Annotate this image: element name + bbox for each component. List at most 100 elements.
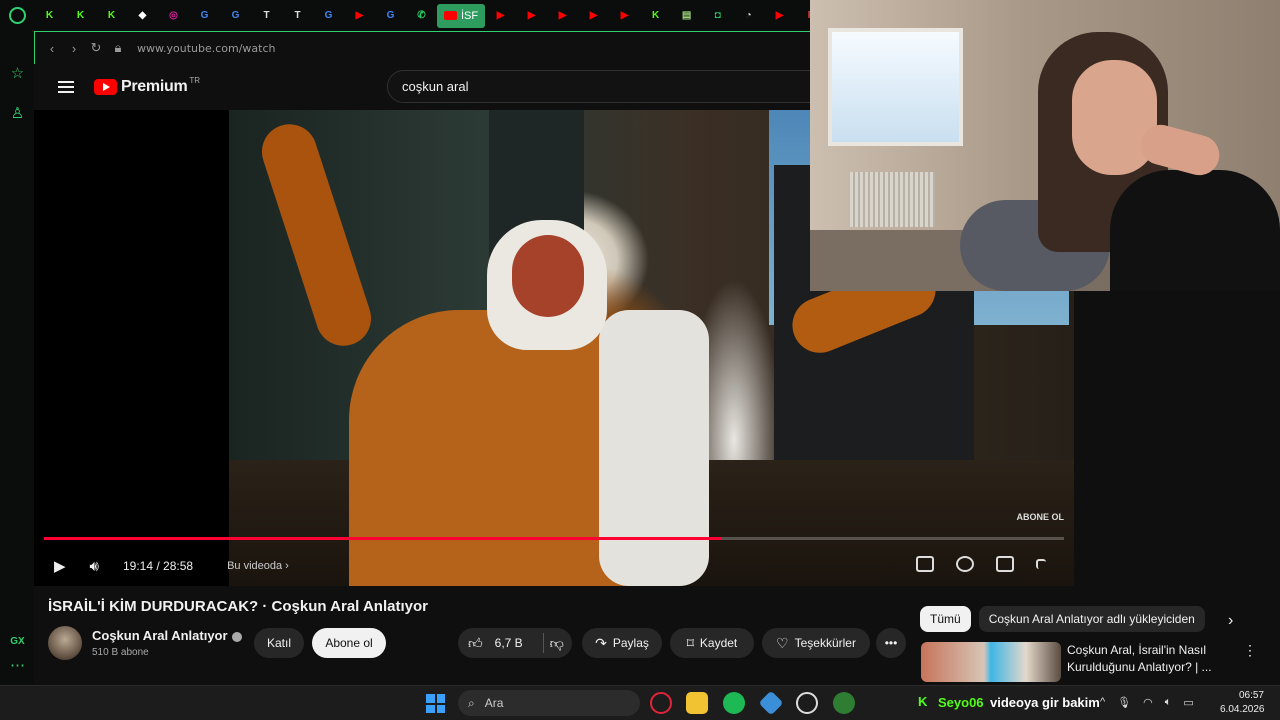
wifi-icon[interactable]: ◠ (1143, 696, 1153, 709)
save-button[interactable]: ⌑ Kaydet (670, 628, 754, 658)
youtube-icon[interactable]: ▶ (609, 0, 640, 31)
address-bar: ‹ › ↻ 🔒︎ www.youtube.com/watch (34, 31, 810, 64)
tv-icon[interactable]: T (251, 0, 282, 31)
app-icon-glyph: ◆ (138, 10, 147, 21)
thumbs-down-icon[interactable]: 👎︎ (550, 635, 564, 652)
back-icon[interactable]: ‹ (41, 41, 63, 56)
settings-icon[interactable] (956, 556, 974, 572)
fullscreen-icon[interactable] (1036, 559, 1046, 569)
aria-icon[interactable]: ♙ (9, 105, 26, 122)
play-icon[interactable]: ▶ (54, 557, 66, 575)
youtube-icon[interactable]: ▶ (578, 0, 609, 31)
share-button[interactable]: ↷ Paylaş (582, 628, 662, 658)
spotify-icon[interactable] (723, 692, 745, 714)
instagram-icon[interactable]: ◎ (158, 0, 189, 31)
menu-icon[interactable] (58, 78, 74, 96)
battery-icon[interactable]: ▭ (1183, 696, 1193, 709)
volume-icon[interactable]: 🔊︎ (90, 558, 99, 575)
google-icon-glyph: G (231, 10, 240, 21)
youtube-icon-glyph: ▶ (496, 10, 505, 21)
opera-sidebar: ☆ ♙ GX ⋯ (0, 31, 34, 685)
active-tab-label: İSF (461, 9, 479, 22)
kick-icon[interactable]: K (640, 0, 671, 31)
youtube-icon[interactable]: ▶ (547, 0, 578, 31)
join-button[interactable]: Katıl (254, 628, 304, 658)
whatsapp-icon-glyph: ✆ (417, 10, 426, 21)
kick-chat-user: Seyo06 (938, 695, 984, 710)
opera-logo-icon[interactable] (0, 0, 34, 31)
tv-icon[interactable]: T (282, 0, 313, 31)
chapter-label[interactable]: Bu videoda › (227, 560, 289, 572)
subtitles-icon[interactable] (916, 556, 934, 572)
youtube-icon[interactable]: ▶ (485, 0, 516, 31)
opera-gx-taskbar-icon[interactable] (650, 692, 672, 714)
instagram-icon-glyph: ◎ (169, 10, 178, 21)
kick-icon[interactable]: K (96, 0, 127, 31)
kick-icon-glyph: K (76, 10, 85, 21)
tv-icon-glyph: T (294, 10, 301, 21)
share-icon: ↷ (595, 634, 607, 651)
star-icon[interactable]: ☆ (9, 65, 26, 82)
kick-icon-glyph: K (45, 10, 54, 21)
chevron-up-icon[interactable]: ^ (1100, 696, 1105, 709)
channel-avatar[interactable] (48, 626, 82, 660)
recommendation-chips: Tümü Coşkun Aral Anlatıyor adlı yükleyic… (920, 606, 1205, 632)
app-taskbar-icon[interactable] (758, 690, 784, 716)
youtube-icon-glyph: ▶ (589, 10, 598, 21)
youtube-icon-glyph: ▶ (558, 10, 567, 21)
app-icon[interactable]: ◘ (702, 0, 733, 31)
clock-time: 06:57 (1238, 690, 1264, 701)
forward-icon[interactable]: › (63, 41, 85, 56)
taskbar-search[interactable]: ⌕ Ara (458, 690, 640, 716)
taskbar-clock[interactable]: 06:57 6.04.2026 (1220, 689, 1265, 717)
google-icon[interactable]: G (220, 0, 251, 31)
xbox-icon[interactable] (833, 692, 855, 714)
miniplayer-icon[interactable] (996, 556, 1014, 572)
subscribe-button[interactable]: Abone ol (312, 628, 386, 658)
more-actions-button[interactable]: ••• (876, 628, 906, 658)
active-tab[interactable]: İSF (437, 3, 486, 28)
google-icon[interactable]: G (375, 0, 406, 31)
kick-icon[interactable]: K (34, 0, 65, 31)
video-title: İSRAİL'İ KİM DURDURACAK? · Coşkun Aral A… (48, 598, 428, 615)
chip-all[interactable]: Tümü (920, 606, 971, 632)
clock-date: 6.04.2026 (1220, 704, 1265, 715)
youtube-icon[interactable]: ▶ (516, 0, 547, 31)
recommendation-thumbnail[interactable] (921, 642, 1061, 682)
youtube-play-icon (94, 79, 117, 95)
whatsapp-icon[interactable]: ✆ (406, 0, 437, 31)
kebab-menu-icon[interactable]: ⋮ (1243, 642, 1257, 659)
windows-start-icon[interactable] (426, 694, 445, 713)
kick-icon[interactable]: K (65, 0, 96, 31)
gx-label[interactable]: GX (9, 633, 26, 650)
youtube-icon[interactable]: ▶ (344, 0, 375, 31)
youtube-icon-glyph: ▶ (355, 10, 364, 21)
app-icon[interactable]: ◔ (733, 0, 764, 31)
url-field[interactable]: www.youtube.com/watch (137, 42, 276, 55)
google-icon[interactable]: G (189, 0, 220, 31)
recommendation-title[interactable]: Coşkun Aral, İsrail'in Nasıl Kurulduğunu… (1067, 642, 1217, 676)
taskbar-search-placeholder: Ara (484, 696, 504, 710)
obs-icon[interactable] (796, 692, 818, 714)
microphone-icon[interactable]: 🎙︎ (1117, 696, 1131, 709)
thanks-button[interactable]: ♡ Teşekkürler (762, 628, 870, 658)
like-button[interactable]: 👍︎ 6,7 B 👎︎ (458, 628, 572, 658)
heart-dollar-icon: ♡ (776, 634, 789, 651)
search-input[interactable]: coşkun aral (387, 70, 817, 103)
subscribe-watermark[interactable]: ABONE OL (1016, 512, 1064, 522)
more-icon[interactable]: ⋯ (9, 657, 26, 674)
doc-icon[interactable]: ▤ (671, 0, 702, 31)
file-explorer-icon[interactable] (686, 692, 708, 714)
youtube-logo[interactable]: Premium TR (94, 76, 200, 96)
chip-uploader[interactable]: Coşkun Aral Anlatıyor adlı yükleyiciden (978, 606, 1205, 632)
progress-bar[interactable] (44, 537, 1064, 540)
app-icon[interactable]: ◆ (127, 0, 158, 31)
like-count: 6,7 B (494, 636, 523, 650)
chevron-right-icon[interactable]: › (1228, 612, 1233, 630)
reload-icon[interactable]: ↻ (85, 40, 107, 56)
google-icon-glyph: G (386, 10, 395, 21)
youtube-icon[interactable]: ▶ (764, 0, 795, 31)
speaker-icon[interactable]: 🔈︎ (1165, 696, 1172, 709)
google-icon[interactable]: G (313, 0, 344, 31)
channel-name[interactable]: Coşkun Aral Anlatıyor (92, 628, 242, 643)
